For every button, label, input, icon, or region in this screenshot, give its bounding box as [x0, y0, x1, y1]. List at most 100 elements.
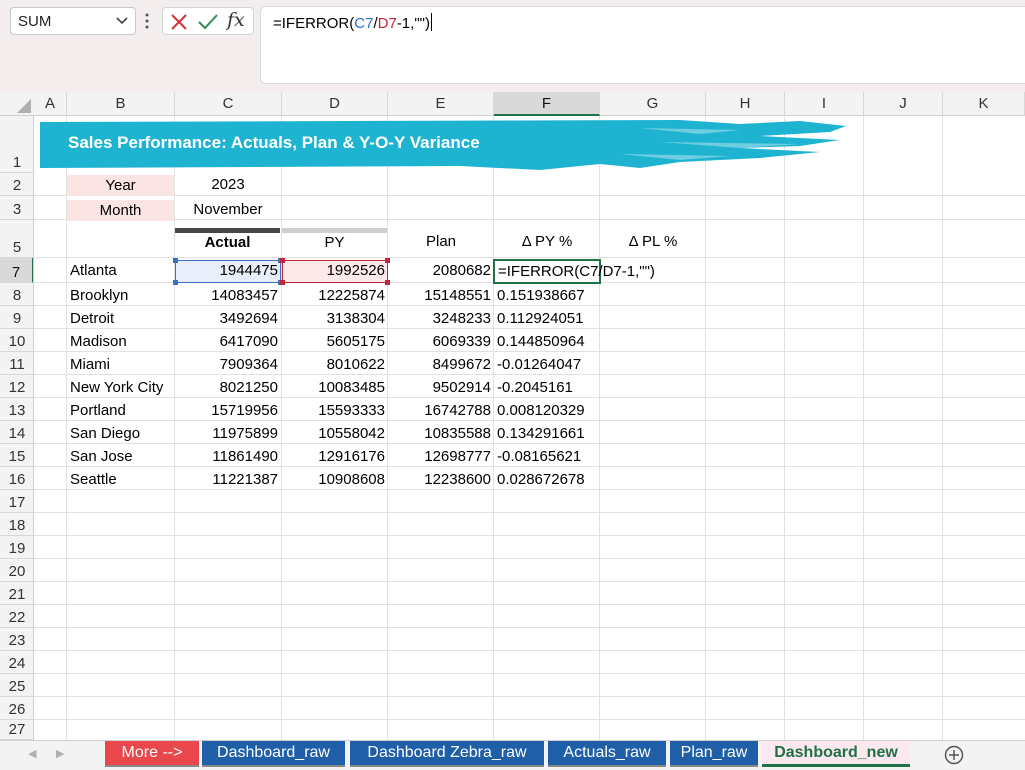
- more-options-icon[interactable]: [145, 12, 149, 30]
- cell-plan[interactable]: 10835588: [388, 423, 494, 445]
- cell-city[interactable]: Miami: [67, 354, 175, 376]
- cell-delta-py[interactable]: -0.01264047: [494, 354, 600, 376]
- cell-actual[interactable]: 11861490: [175, 446, 281, 468]
- cell-actual[interactable]: 7909364: [175, 354, 281, 376]
- cell-actual[interactable]: 1944475: [175, 260, 281, 282]
- cell-plan[interactable]: 16742788: [388, 400, 494, 422]
- column-header-h[interactable]: H: [706, 92, 785, 116]
- cell-city[interactable]: Detroit: [67, 308, 175, 330]
- row-header-27[interactable]: 27: [0, 720, 33, 740]
- column-header-j[interactable]: J: [864, 92, 943, 116]
- cell-actual[interactable]: 11221387: [175, 469, 281, 491]
- insert-function-button[interactable]: fx: [227, 9, 251, 33]
- column-header-e[interactable]: E: [388, 92, 494, 116]
- f7-editing-formula[interactable]: =IFERROR(C7/D7-1,""): [497, 261, 697, 283]
- cell-delta-py[interactable]: 0.151938667: [494, 285, 600, 307]
- cell-delta-py[interactable]: 0.144850964: [494, 331, 600, 353]
- cell-delta-py[interactable]: 0.028672678: [494, 469, 600, 491]
- row-header-10[interactable]: 10: [0, 329, 33, 352]
- row-header-3[interactable]: 3: [0, 196, 33, 220]
- column-header-a[interactable]: A: [34, 92, 67, 116]
- column-header-k[interactable]: K: [943, 92, 1025, 116]
- cell-delta-py[interactable]: -0.2045161: [494, 377, 600, 399]
- row-header-1[interactable]: 1: [0, 116, 33, 173]
- sheet-tab-more[interactable]: More -->: [105, 741, 199, 767]
- cell-actual[interactable]: 6417090: [175, 331, 281, 353]
- formula-input[interactable]: =IFERROR(C7/D7-1,""): [260, 6, 1025, 84]
- year-value[interactable]: 2023: [175, 174, 281, 196]
- cell-py[interactable]: 8010622: [282, 354, 388, 376]
- cell-actual[interactable]: 15719956: [175, 400, 281, 422]
- add-sheet-icon[interactable]: [944, 745, 964, 765]
- cell-delta-py[interactable]: 0.008120329: [494, 400, 600, 422]
- row-header-9[interactable]: 9: [0, 306, 33, 329]
- column-header-f[interactable]: F: [494, 92, 600, 116]
- cell-py[interactable]: 12916176: [282, 446, 388, 468]
- column-header-c[interactable]: C: [175, 92, 282, 116]
- row-header-21[interactable]: 21: [0, 582, 33, 605]
- cell-actual[interactable]: 3492694: [175, 308, 281, 330]
- row-header-25[interactable]: 25: [0, 674, 33, 697]
- cell-delta-py[interactable]: -0.08165621: [494, 446, 600, 468]
- column-header-g[interactable]: G: [600, 92, 706, 116]
- cell-py[interactable]: 12225874: [282, 285, 388, 307]
- cell-delta-py[interactable]: 0.112924051: [494, 308, 600, 330]
- row-header-2[interactable]: 2: [0, 173, 33, 196]
- column-header-i[interactable]: I: [785, 92, 864, 116]
- cell-py[interactable]: 1992526: [282, 260, 388, 282]
- sheet-tab-actuals-raw[interactable]: Actuals_raw: [548, 741, 666, 767]
- row-header-7[interactable]: 7: [0, 258, 33, 283]
- cell-city[interactable]: Madison: [67, 331, 175, 353]
- cell-py[interactable]: 15593333: [282, 400, 388, 422]
- row-header-11[interactable]: 11: [0, 352, 33, 375]
- scroll-tabs-right-icon[interactable]: ▶: [56, 747, 64, 760]
- cell-py[interactable]: 3138304: [282, 308, 388, 330]
- row-header-12[interactable]: 12: [0, 375, 33, 398]
- row-header-17[interactable]: 17: [0, 490, 33, 513]
- cell-plan[interactable]: 6069339: [388, 331, 494, 353]
- cell-city[interactable]: Brooklyn: [67, 285, 175, 307]
- cell-plan[interactable]: 12698777: [388, 446, 494, 468]
- cell-plan[interactable]: 3248233: [388, 308, 494, 330]
- cancel-icon[interactable]: [169, 12, 189, 32]
- chevron-down-icon[interactable]: [116, 17, 128, 25]
- column-header-b[interactable]: B: [67, 92, 175, 116]
- row-header-20[interactable]: 20: [0, 559, 33, 582]
- row-header-24[interactable]: 24: [0, 651, 33, 674]
- sheet-tab-dashboard-raw[interactable]: Dashboard_raw: [202, 741, 345, 767]
- cell-city[interactable]: San Jose: [67, 446, 175, 468]
- row-header-22[interactable]: 22: [0, 605, 33, 628]
- sheet-tab-plan-raw[interactable]: Plan_raw: [670, 741, 758, 767]
- row-header-8[interactable]: 8: [0, 283, 33, 306]
- select-all-button[interactable]: [0, 92, 34, 116]
- cell-plan[interactable]: 9502914: [388, 377, 494, 399]
- cell-delta-py[interactable]: 0.134291661: [494, 423, 600, 445]
- cell-city[interactable]: San Diego: [67, 423, 175, 445]
- cell-py[interactable]: 10908608: [282, 469, 388, 491]
- cell-plan[interactable]: 12238600: [388, 469, 494, 491]
- row-header-16[interactable]: 16: [0, 467, 33, 490]
- cell-py[interactable]: 10083485: [282, 377, 388, 399]
- row-header-14[interactable]: 14: [0, 421, 33, 444]
- row-header-26[interactable]: 26: [0, 697, 33, 720]
- row-header-13[interactable]: 13: [0, 398, 33, 421]
- cell-city[interactable]: New York City: [67, 377, 175, 399]
- cell-plan[interactable]: 2080682: [388, 260, 494, 282]
- cell-plan[interactable]: 8499672: [388, 354, 494, 376]
- row-header-5[interactable]: 5: [0, 220, 33, 258]
- sheet-tab-dashboard-zebra-raw[interactable]: Dashboard Zebra_raw: [350, 741, 544, 767]
- cell-actual[interactable]: 14083457: [175, 285, 281, 307]
- cell-py[interactable]: 5605175: [282, 331, 388, 353]
- worksheet-grid[interactable]: Sales Performance: Actuals, Plan & Y-O-Y…: [34, 116, 1025, 740]
- cell-city[interactable]: Portland: [67, 400, 175, 422]
- confirm-check-icon[interactable]: [197, 12, 219, 32]
- row-header-23[interactable]: 23: [0, 628, 33, 651]
- row-header-15[interactable]: 15: [0, 444, 33, 467]
- cell-city[interactable]: Seattle: [67, 469, 175, 491]
- row-header-18[interactable]: 18: [0, 513, 33, 536]
- cell-actual[interactable]: 8021250: [175, 377, 281, 399]
- scroll-tabs-left-icon[interactable]: ◀: [28, 747, 36, 760]
- cell-city[interactable]: Atlanta: [67, 260, 175, 282]
- cell-py[interactable]: 10558042: [282, 423, 388, 445]
- row-header-19[interactable]: 19: [0, 536, 33, 559]
